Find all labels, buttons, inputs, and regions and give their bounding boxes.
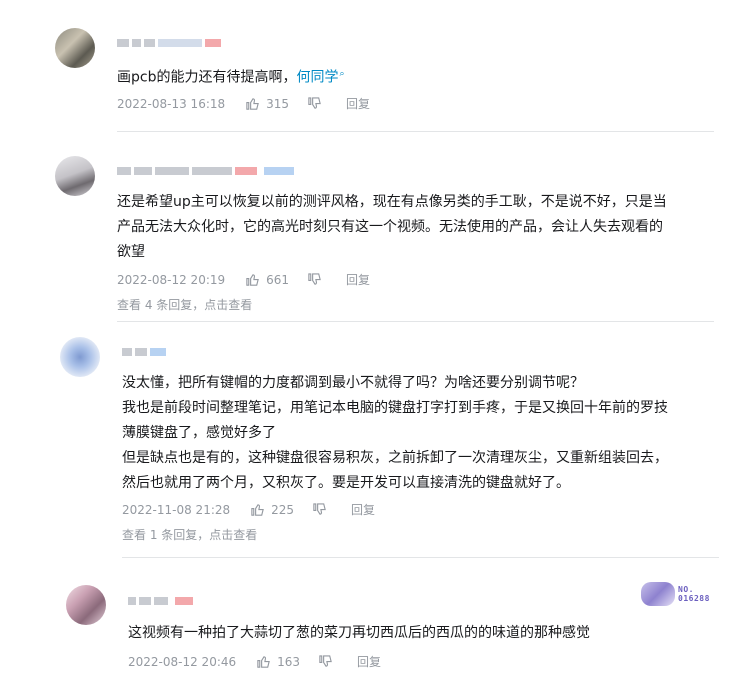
dislike-button[interactable] bbox=[312, 502, 333, 517]
comment-meta: 2022-08-13 16:18 315 回复 bbox=[117, 95, 370, 112]
view-replies-link[interactable]: 查看 4 条回复，点击查看 bbox=[117, 296, 252, 313]
comment-line: 产品无法大众化时，它的高光时刻只有这一个视频。无法使用的产品，会让人失去观看的 bbox=[117, 219, 663, 235]
username[interactable] bbox=[128, 596, 193, 606]
timestamp: 2022-08-13 16:18 bbox=[117, 96, 226, 111]
badge-number: NO. 016288 bbox=[678, 585, 710, 603]
comment-text: 没太懂，把所有键帽的力度都调到最小不就得了吗？为啥还要分别调节呢？ 我也是前段时… bbox=[122, 371, 668, 496]
comment-line: 还是希望up主可以恢复以前的测评风格，现在有点像另类的手工耿，不是说不好，只是当 bbox=[117, 194, 667, 210]
username[interactable] bbox=[117, 38, 221, 48]
comment-line: 然后也就用了两个月，又积灰了。要是开发可以直接清洗的键盘就好了。 bbox=[122, 475, 570, 491]
thumbs-down-icon bbox=[319, 655, 332, 667]
comment-item: NO. 016288 这视频有一种拍了大蒜切了葱的菜刀再切西瓜后的西瓜的的味道的… bbox=[0, 565, 755, 699]
divider bbox=[122, 557, 719, 558]
comment-text: 画pcb的能力还有待提高啊，何同学⌕ bbox=[117, 62, 345, 91]
like-button[interactable]: 225 bbox=[250, 502, 294, 517]
dislike-button[interactable] bbox=[307, 96, 328, 111]
comment-text: 这视频有一种拍了大蒜切了葱的菜刀再切西瓜后的西瓜的的味道的那种感觉 bbox=[128, 621, 590, 646]
comment-meta: 2022-08-12 20:46 163 回复 bbox=[128, 653, 381, 670]
comment-line: 薄膜键盘了，感觉好多了 bbox=[122, 425, 276, 441]
reply-button[interactable]: 回复 bbox=[346, 271, 370, 288]
thumbs-up-icon bbox=[257, 656, 270, 668]
comment-text: 还是希望up主可以恢复以前的测评风格，现在有点像另类的手工耿，不是说不好，只是当… bbox=[117, 190, 667, 265]
reply-button[interactable]: 回复 bbox=[346, 95, 370, 112]
comment-item: 画pcb的能力还有待提高啊，何同学⌕ 2022-08-13 16:18 315 … bbox=[0, 0, 755, 140]
comment-line: 这视频有一种拍了大蒜切了葱的菜刀再切西瓜后的西瓜的的味道的那种感觉 bbox=[128, 625, 590, 641]
comment-item: 没太懂，把所有键帽的力度都调到最小不就得了吗？为啥还要分别调节呢？ 我也是前段时… bbox=[0, 330, 755, 560]
thumbs-down-icon bbox=[308, 273, 321, 285]
comment-line: 欲望 bbox=[117, 244, 145, 260]
like-button[interactable]: 661 bbox=[245, 272, 289, 287]
view-replies-link[interactable]: 查看 1 条回复，点击查看 bbox=[122, 526, 257, 543]
reply-button[interactable]: 回复 bbox=[351, 501, 375, 518]
timestamp: 2022-11-08 21:28 bbox=[122, 502, 231, 517]
comment-line: 没太懂，把所有键帽的力度都调到最小不就得了吗？为啥还要分别调节呢？ bbox=[122, 375, 584, 391]
reply-button[interactable]: 回复 bbox=[357, 653, 381, 670]
thumbs-up-icon bbox=[246, 98, 259, 110]
comment-item: 还是希望up主可以恢复以前的测评风格，现在有点像另类的手工耿，不是说不好，只是当… bbox=[0, 140, 755, 322]
like-button[interactable]: 163 bbox=[256, 654, 300, 669]
dislike-button[interactable] bbox=[307, 272, 328, 287]
badge-line: 016288 bbox=[678, 594, 710, 603]
comment-meta: 2022-08-12 20:19 661 回复 bbox=[117, 271, 370, 288]
dislike-button[interactable] bbox=[318, 654, 339, 669]
timestamp: 2022-08-12 20:46 bbox=[128, 654, 237, 669]
like-count: 163 bbox=[277, 654, 301, 669]
avatar[interactable] bbox=[60, 337, 100, 377]
thumbs-down-icon bbox=[313, 503, 326, 515]
avatar[interactable] bbox=[55, 28, 95, 68]
username[interactable] bbox=[122, 347, 166, 357]
badge-line: NO. bbox=[678, 585, 694, 594]
mention-link[interactable]: 何同学 bbox=[296, 70, 338, 86]
username[interactable] bbox=[117, 166, 294, 176]
avatar[interactable] bbox=[55, 156, 95, 196]
search-icon[interactable]: ⌕ bbox=[339, 69, 344, 79]
comment-body: 画pcb的能力还有待提高啊， bbox=[117, 69, 297, 86]
thumbs-up-icon bbox=[246, 274, 259, 286]
thumbs-up-icon bbox=[251, 504, 264, 516]
like-count: 315 bbox=[266, 96, 290, 111]
fan-badge[interactable]: NO. 016288 bbox=[641, 582, 710, 606]
avatar[interactable] bbox=[66, 585, 106, 625]
like-count: 225 bbox=[271, 502, 295, 517]
thumbs-down-icon bbox=[308, 97, 321, 109]
like-button[interactable]: 315 bbox=[245, 96, 289, 111]
comment-line: 我也是前段时间整理笔记，用笔记本电脑的键盘打字打到手疼，于是又换回十年前的罗技 bbox=[122, 400, 668, 416]
badge-avatar-icon bbox=[641, 582, 675, 606]
like-count: 661 bbox=[266, 272, 290, 287]
comment-line: 但是缺点也是有的，这种键盘很容易积灰，之前拆卸了一次清理灰尘，又重新组装回去， bbox=[122, 450, 668, 466]
divider bbox=[117, 321, 714, 322]
comment-meta: 2022-11-08 21:28 225 回复 bbox=[122, 501, 375, 518]
divider bbox=[117, 131, 714, 132]
timestamp: 2022-08-12 20:19 bbox=[117, 272, 226, 287]
